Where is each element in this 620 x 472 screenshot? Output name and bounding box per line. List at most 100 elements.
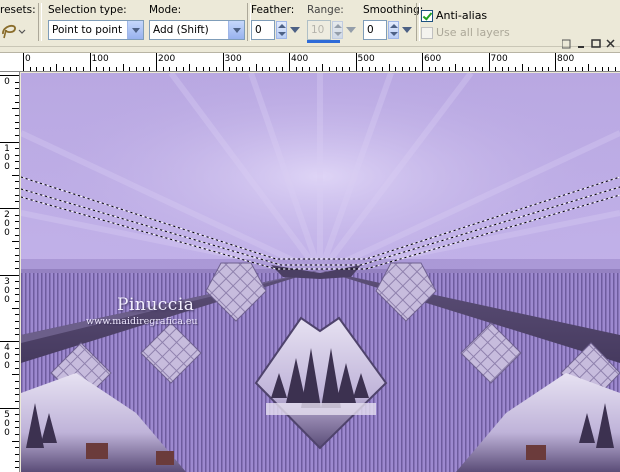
ruler-minor-tick (608, 67, 610, 71)
presets-label: resets: (0, 4, 36, 16)
ruler-minor-tick (441, 67, 443, 71)
range-slider-bar[interactable] (307, 40, 340, 43)
ruler-minor-tick (388, 64, 390, 71)
ruler-minor-tick (229, 67, 231, 71)
ruler-minor-tick (382, 67, 384, 71)
ruler-minor-tick (501, 67, 503, 71)
ruler-minor-tick (535, 67, 537, 71)
ruler-minor-tick (15, 128, 19, 130)
anti-alias-checkbox[interactable] (421, 10, 433, 22)
ruler-minor-tick (15, 394, 19, 396)
ruler-minor-tick (15, 400, 19, 402)
ruler-minor-tick (149, 67, 151, 71)
ruler-minor-tick (15, 301, 19, 303)
ruler-minor-tick (282, 67, 284, 71)
ruler-minor-tick (15, 227, 19, 229)
toolbar-separator (38, 3, 42, 41)
ruler-minor-tick (235, 67, 237, 71)
horizontal-ruler: 0 100 200 300 400 500 600 700 800 (0, 52, 620, 72)
ruler-minor-tick (521, 64, 523, 71)
ruler-minor-tick (541, 67, 543, 71)
ruler-minor-tick (175, 67, 177, 71)
mode-label: Mode: (149, 4, 182, 16)
ruler-minor-tick (15, 88, 19, 90)
ruler-minor-tick (295, 67, 297, 71)
ruler-minor-tick (15, 321, 19, 323)
ruler-label: 500 (4, 409, 10, 438)
ruler-minor-tick (302, 67, 304, 71)
chevron-down-icon[interactable] (228, 21, 244, 39)
ruler-minor-tick (402, 67, 404, 71)
ruler-label: 300 (224, 54, 242, 64)
ruler-minor-tick (335, 67, 337, 71)
chevron-down-icon[interactable] (345, 21, 356, 39)
ruler-minor-tick (15, 360, 19, 362)
chevron-down-icon[interactable] (289, 21, 300, 39)
spin-arrows-icon[interactable] (276, 21, 287, 39)
ruler-minor-tick (82, 67, 84, 71)
ruler-minor-tick (12, 440, 19, 442)
ruler-minor-tick (395, 67, 397, 71)
ruler-minor-tick (15, 327, 19, 329)
watermark-url: www.maidiregrafica.eu (86, 316, 198, 327)
ruler-tick (488, 53, 490, 71)
ruler-label: 200 (158, 54, 176, 64)
feather-spinbox[interactable]: 0 (251, 20, 301, 40)
ruler-tick (89, 53, 91, 71)
ruler-minor-tick (56, 64, 58, 71)
chevron-down-icon[interactable] (127, 21, 143, 39)
ruler-tick (355, 53, 357, 71)
ruler-minor-tick (481, 67, 483, 71)
ruler-minor-tick (162, 67, 164, 71)
ruler-minor-tick (169, 67, 171, 71)
ruler-minor-tick (348, 67, 350, 71)
ruler-minor-tick (15, 294, 19, 296)
mode-value: Add (Shift) (153, 24, 209, 36)
ruler-minor-tick (189, 64, 191, 71)
smoothing-input[interactable]: 0 (363, 20, 387, 40)
range-spinbox[interactable]: 10 (307, 20, 357, 40)
ruler-tick (0, 407, 19, 409)
ruler-minor-tick (15, 94, 19, 96)
ruler-minor-tick (448, 67, 450, 71)
ruler-minor-tick (142, 67, 144, 71)
range-input[interactable]: 10 (307, 20, 331, 40)
chevron-down-icon[interactable] (401, 21, 412, 39)
ruler-minor-tick (515, 67, 517, 71)
ruler-minor-tick (96, 67, 98, 71)
ruler-minor-tick (15, 81, 19, 83)
ruler-minor-tick (215, 67, 217, 71)
use-all-layers-checkbox[interactable] (421, 27, 433, 39)
ruler-minor-tick (15, 121, 19, 123)
image-canvas[interactable]: Pinuccia www.maidiregrafica.eu (21, 73, 620, 472)
selection-type-dropdown[interactable]: Point to point (48, 20, 144, 40)
smoothing-spinbox[interactable]: 0 (363, 20, 413, 40)
spin-arrows-icon[interactable] (332, 21, 343, 39)
ruler-minor-tick (15, 221, 19, 223)
vertical-ruler: 0 100 200 300 400 500 (0, 72, 20, 472)
ruler-tick (156, 53, 157, 71)
ruler-minor-tick (15, 234, 19, 236)
spin-arrows-icon[interactable] (388, 21, 399, 39)
ruler-minor-tick (15, 460, 19, 462)
feather-input[interactable]: 0 (251, 20, 275, 40)
ruler-label: 0 (25, 54, 31, 64)
artwork-image (21, 73, 620, 472)
anti-alias-label: Anti-alias (436, 9, 488, 22)
freehand-lasso-icon[interactable] (0, 20, 26, 40)
ruler-minor-tick (76, 67, 78, 71)
mode-dropdown[interactable]: Add (Shift) (149, 20, 245, 40)
ruler-minor-tick (461, 67, 463, 71)
window-buttons (561, 38, 620, 53)
ruler-minor-tick (15, 148, 19, 150)
ruler-minor-tick (12, 108, 19, 110)
ruler-minor-tick (15, 380, 19, 382)
ruler-minor-tick (209, 67, 211, 71)
ruler-tick (0, 274, 19, 276)
ruler-minor-tick (15, 261, 19, 263)
ruler-minor-tick (15, 114, 19, 116)
ruler-minor-tick (269, 67, 271, 71)
ruler-minor-tick (15, 454, 19, 456)
ruler-minor-tick (15, 254, 19, 256)
ruler-minor-tick (308, 67, 310, 71)
